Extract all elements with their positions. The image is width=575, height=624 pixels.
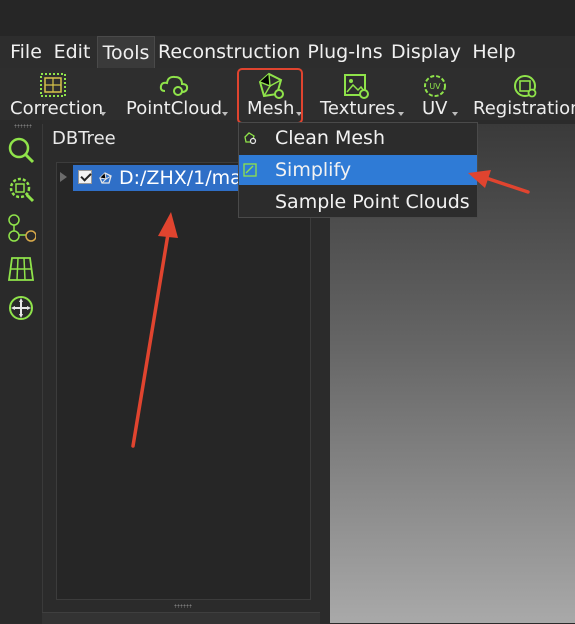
menu-plug-ins[interactable]: Plug-Ins: [303, 36, 387, 68]
svg-text:UV: UV: [429, 82, 441, 91]
uv-button[interactable]: UV UV: [418, 68, 466, 120]
correction-label: Correction: [10, 98, 104, 119]
textures-button[interactable]: Textures: [318, 68, 404, 120]
dbtree-title: DBTree: [52, 128, 116, 149]
zoom-icon[interactable]: [6, 135, 36, 165]
clean-mesh-label: Clean Mesh: [275, 127, 385, 149]
menu-item-simplify[interactable]: Simplify: [239, 155, 477, 185]
dbtree-panel[interactable]: [56, 162, 311, 600]
correction-button[interactable]: Correction: [8, 68, 108, 120]
textures-gear-icon: [344, 74, 369, 99]
dock-bottom-bar: [42, 612, 320, 624]
correction-dropdown-arrow: [100, 112, 106, 116]
clean-mesh-icon: [244, 132, 257, 145]
registration-gear-icon: [514, 75, 537, 98]
axes-icon[interactable]: [6, 213, 36, 243]
expand-arrow-icon[interactable]: [60, 172, 67, 182]
registration-button[interactable]: Registration: [472, 68, 575, 120]
menu-edit[interactable]: Edit: [50, 36, 94, 68]
menu-tools[interactable]: Tools: [97, 36, 155, 68]
textures-label: Textures: [320, 98, 396, 119]
pointcloud-button[interactable]: PointCloud: [124, 68, 228, 120]
mesh-highlight-box: [237, 68, 303, 124]
navigation-icon[interactable]: [6, 293, 36, 323]
sample-point-clouds-label: Sample Point Clouds: [275, 191, 470, 213]
grid-plane-icon[interactable]: [6, 254, 36, 284]
mesh-item-icon: [99, 172, 112, 184]
zoom-fit-icon[interactable]: [6, 174, 36, 204]
tree-item-label: D:/ZHX/1/ma: [119, 167, 242, 189]
menu-help[interactable]: Help: [466, 36, 522, 68]
uv-gear-icon: UV: [424, 75, 446, 97]
menu-item-sample-point-clouds[interactable]: Sample Point Clouds: [239, 187, 477, 217]
pointcloud-label: PointCloud: [126, 98, 223, 119]
registration-label: Registration: [473, 98, 575, 119]
uv-dropdown-arrow: [452, 112, 458, 116]
window-top-area: [0, 0, 575, 36]
left-strip-grip[interactable]: [14, 124, 32, 128]
tree-item-checkbox[interactable]: [78, 170, 92, 184]
correction-grid-icon: [40, 73, 66, 97]
pointcloud-dropdown-arrow: [222, 112, 228, 116]
menu-item-clean-mesh[interactable]: Clean Mesh: [239, 123, 477, 153]
pointcloud-gear-icon: [159, 75, 189, 96]
menu-display[interactable]: Display: [390, 36, 462, 68]
simplify-icon: [243, 163, 257, 177]
uv-label: UV: [422, 98, 448, 119]
dock-bottom-grip[interactable]: [174, 604, 192, 608]
menu-reconstruction[interactable]: Reconstruction: [158, 36, 300, 68]
simplify-label: Simplify: [275, 159, 352, 181]
textures-dropdown-arrow: [398, 112, 404, 116]
menu-file[interactable]: File: [4, 36, 48, 68]
